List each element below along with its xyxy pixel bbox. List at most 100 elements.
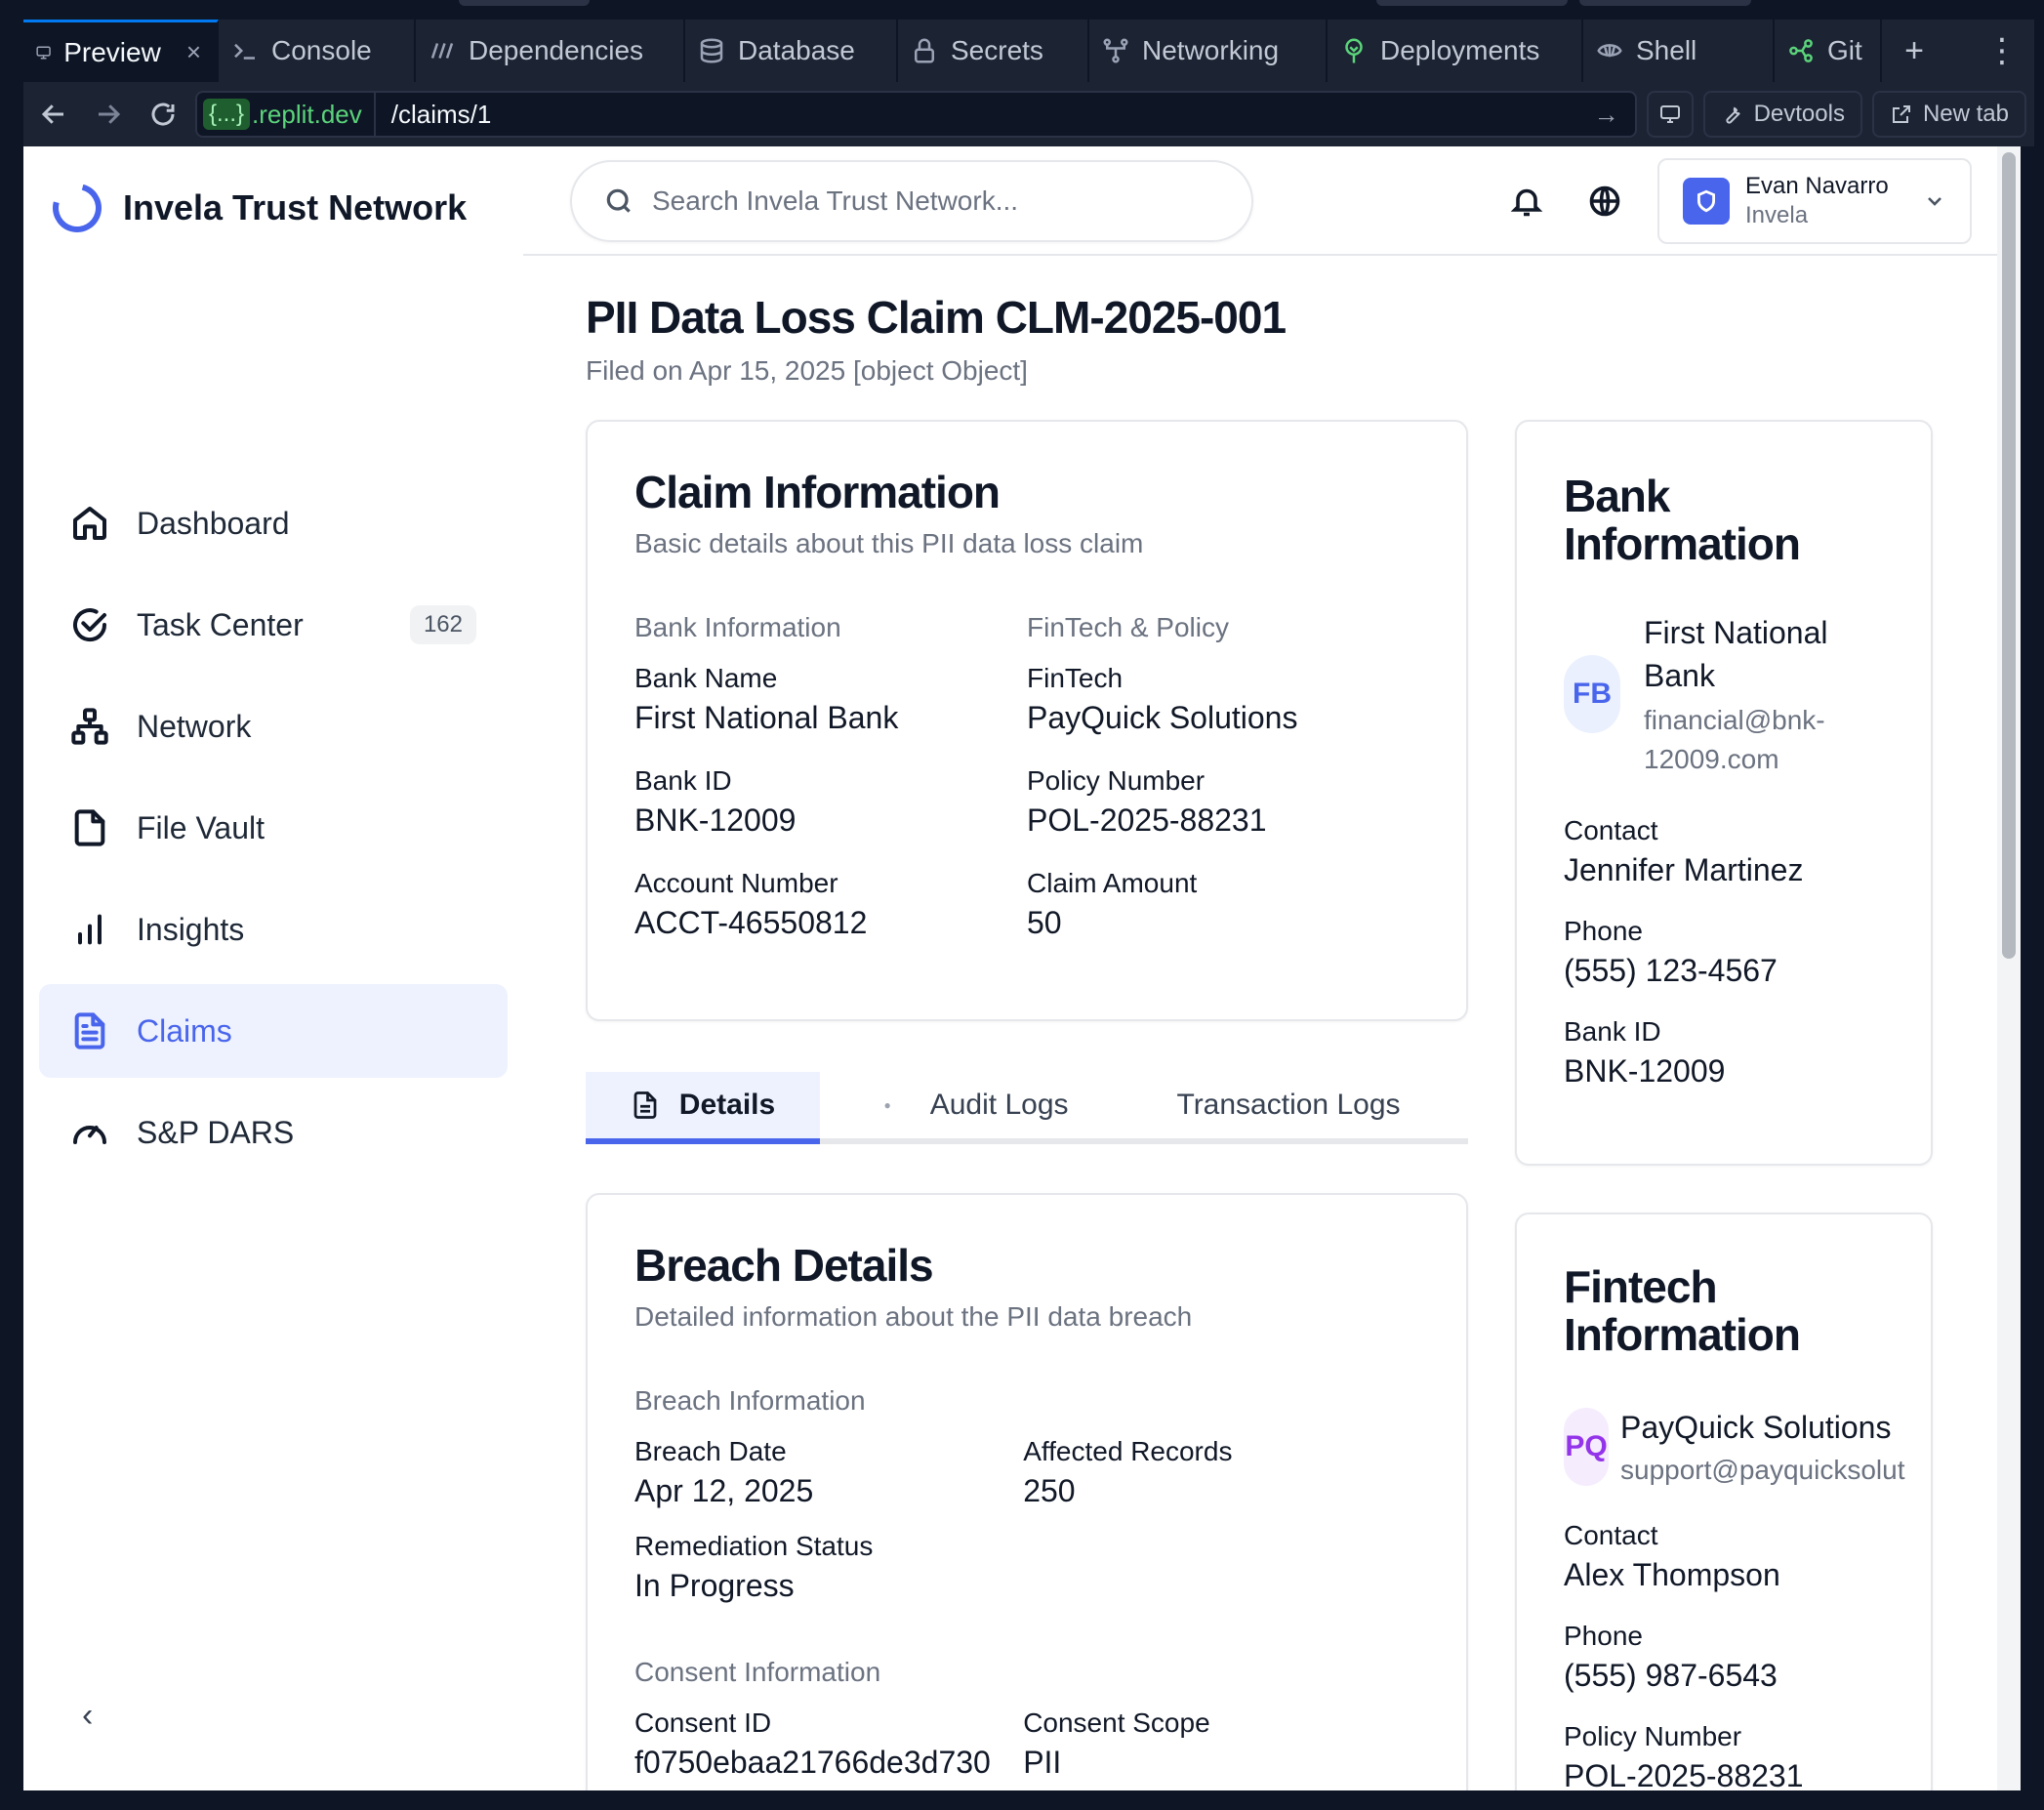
close-icon[interactable]: × [186, 37, 201, 67]
fintech-entity: PQ PayQuick Solutions support@payquickso… [1564, 1406, 1931, 1490]
home-icon [73, 507, 106, 540]
sidebar-item-insights[interactable]: Insights [39, 883, 508, 976]
sidebar-item-label: File Vault [137, 809, 266, 845]
field-label: Bank Name [634, 662, 778, 693]
ide-top-strip [0, 0, 2044, 20]
url-field[interactable]: {...} .replit.dev /claims/1 → [195, 91, 1637, 138]
monitor-icon [1659, 105, 1680, 123]
field-breach-date: Breach Date Apr 12, 2025 [634, 1436, 1023, 1509]
back-arrow-icon[interactable] [31, 92, 76, 137]
tab-preview[interactable]: Preview × [23, 20, 219, 82]
scrollbar-thumb[interactable] [2002, 152, 2016, 959]
tab-database[interactable]: Database [685, 20, 898, 82]
bar-chart-icon [78, 914, 102, 945]
section-heading: Bank Information [634, 611, 841, 642]
bank-info-column: Bank Information Bank Name First Nationa… [634, 612, 1027, 941]
lock-icon [915, 38, 934, 63]
gauge-icon [73, 1126, 106, 1144]
field-value: f0750ebaa21766de3d730 [634, 1744, 991, 1780]
field-label: Phone [1564, 916, 1643, 947]
tab-audit-logs[interactable]: ● Audit Logs [820, 1072, 1132, 1138]
user-menu[interactable]: Evan Navarro Invela [1657, 158, 1972, 244]
field-value: Jennifer Martinez [1564, 852, 1804, 888]
tab-details[interactable]: Details [586, 1072, 820, 1144]
card-title-line: Fintech [1564, 1261, 1718, 1312]
task-count-badge: 162 [409, 605, 476, 644]
user-info: Evan Navarro Invela [1745, 173, 1907, 229]
tab-git[interactable]: Git [1775, 20, 1882, 82]
search-input[interactable]: Search Invela Trust Network... [570, 160, 1253, 242]
field-label: Contact [1564, 815, 1658, 846]
consent-left-column: Consent ID f0750ebaa21766de3d730 [634, 1688, 1023, 1781]
app-viewport: Invela Trust Network Dashboard Task Cent… [23, 146, 2021, 1790]
open-new-tab-button[interactable]: New tab [1871, 91, 2026, 138]
tab-shell[interactable]: Shell [1583, 20, 1775, 82]
card-title-line: Information [1564, 1308, 1801, 1360]
url-path: /claims/1 [390, 99, 492, 129]
field-bank-name: Bank Name First National Bank [634, 663, 1027, 736]
sidebar-item-claims[interactable]: Claims [39, 984, 508, 1078]
field-label: Affected Records [1023, 1435, 1233, 1466]
tab-label: Audit Logs [929, 1089, 1069, 1121]
network-icon [1103, 38, 1128, 63]
field-phone: Phone (555) 987-6543 [1564, 1621, 1931, 1694]
field-value: In Progress [634, 1567, 795, 1603]
field-value: (555) 123-4567 [1564, 953, 1778, 989]
url-host-domain: .replit.dev [252, 99, 362, 129]
bank-entity: FB First National Bank financial@bnk- 12… [1564, 611, 1884, 779]
field-claim-amount: Claim Amount 50 [1027, 868, 1419, 941]
field-affected-records: Affected Records 250 [1023, 1436, 1419, 1509]
brand[interactable]: Invela Trust Network [43, 174, 467, 242]
tab-console[interactable]: Console [219, 20, 416, 82]
consent-info-columns: Consent ID f0750ebaa21766de3d730 Consent… [634, 1688, 1419, 1781]
tab-dependencies[interactable]: Dependencies [416, 20, 685, 82]
breach-details-card: Breach Details Detailed information abou… [586, 1193, 1468, 1790]
file-text-icon [74, 1012, 105, 1049]
devtools-button[interactable]: Devtools [1702, 91, 1862, 138]
globe-icon[interactable] [1587, 184, 1622, 219]
sidebar-item-file-vault[interactable]: File Vault [39, 781, 508, 875]
field-value: POL-2025-88231 [1027, 802, 1267, 838]
ide-tabbar: Preview × Console Dependencies Database … [23, 20, 2034, 82]
sidebar-item-network[interactable]: Network [39, 679, 508, 773]
scrollbar[interactable] [1997, 146, 2021, 1790]
field-contact: Contact Alex Thompson [1564, 1520, 1931, 1593]
sidebar-item-label: Task Center [137, 606, 304, 642]
monitor-icon [36, 46, 51, 59]
more-options-icon[interactable]: ⋮ [1970, 20, 2034, 82]
entity-name-line: Bank [1644, 657, 1715, 693]
sidebar-item-label: Dashboard [137, 505, 290, 541]
database-icon [700, 38, 723, 63]
entity-email[interactable]: financial@bnk- 12009.com [1644, 701, 1828, 779]
sidebar-item-task-center[interactable]: Task Center 162 [39, 578, 508, 672]
url-host: {...} .replit.dev [203, 91, 376, 138]
dot-icon: ● [883, 1098, 891, 1112]
card-title: Claim Information [634, 467, 1001, 517]
card-description: Detailed information about the PII data … [634, 1300, 1193, 1332]
forward-arrow-icon[interactable] [86, 92, 131, 137]
collapse-sidebar-chevron-icon[interactable]: ‹ [82, 1697, 93, 1735]
tab-secrets[interactable]: Secrets [898, 20, 1089, 82]
tab-deployments[interactable]: Deployments [1328, 20, 1583, 82]
device-preview-button[interactable] [1646, 91, 1694, 138]
tab-label: Git [1827, 35, 1862, 65]
tab-transaction-logs[interactable]: Transaction Logs [1132, 1072, 1445, 1138]
fintech-information-card: Fintech Information PQ PayQuick Solution… [1515, 1213, 1933, 1790]
field-label: Phone [1564, 1621, 1643, 1652]
url-host-brace: {...} [203, 99, 251, 130]
entity-email-line: 12009.com [1644, 743, 1779, 774]
reload-icon[interactable] [141, 92, 185, 137]
tab-networking[interactable]: Networking [1089, 20, 1328, 82]
new-tab-plus-icon[interactable]: + [1882, 20, 1946, 82]
entity-name-line: First National [1644, 614, 1828, 650]
sidebar-item-sp-dars[interactable]: S&P DARS [39, 1086, 508, 1179]
card-description: Basic details about this PII data loss c… [634, 527, 1144, 558]
fintech-entity-text: PayQuick Solutions support@payquicksolut [1620, 1406, 1904, 1490]
entity-name: First National Bank [1644, 611, 1828, 697]
url-go-arrow-icon[interactable]: → [1594, 100, 1629, 130]
sidebar-item-dashboard[interactable]: Dashboard [39, 476, 508, 570]
new-tab-label: New tab [1922, 101, 2009, 127]
bell-icon[interactable] [1509, 184, 1544, 219]
search-placeholder: Search Invela Trust Network... [652, 185, 1019, 216]
entity-email[interactable]: support@payquicksolut [1620, 1451, 1904, 1490]
